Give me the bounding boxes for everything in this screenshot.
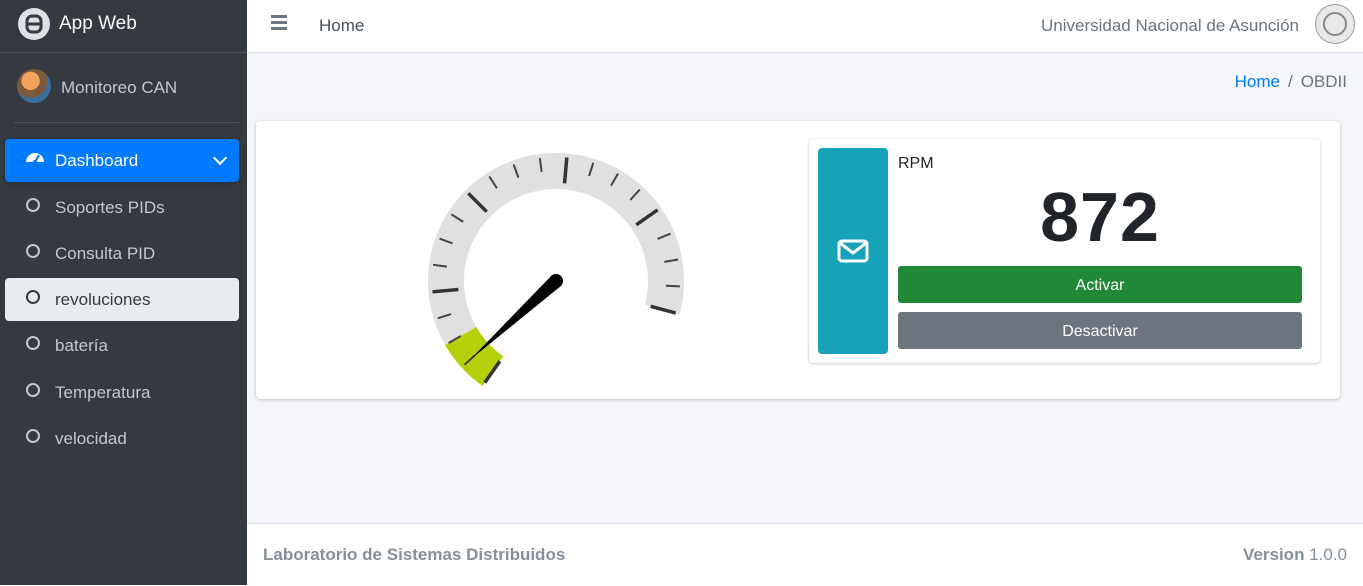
rpm-card: RPM 872 Activar Desactivar — [256, 121, 1340, 399]
sidebar-item-label: Consulta PID — [55, 244, 156, 263]
top-navbar: Home Universidad Nacional de Asunción — [247, 0, 1363, 53]
circle-icon — [26, 290, 40, 304]
breadcrumb-home-link[interactable]: Home — [1235, 72, 1280, 91]
brand-link[interactable]: App Web — [0, 0, 247, 53]
avatar — [17, 69, 51, 103]
circle-icon — [26, 244, 40, 258]
user-panel[interactable]: Monitoreo CAN — [0, 53, 247, 122]
version-label: Version — [1243, 545, 1305, 564]
footer-lab-name: Laboratorio de Sistemas Distribuidos — [263, 545, 566, 564]
app-logo-icon — [18, 8, 50, 40]
breadcrumb-separator: / — [1287, 72, 1293, 91]
nav-home-link[interactable]: Home — [319, 16, 364, 36]
sidebar-item-velocidad[interactable]: velocidad — [5, 417, 239, 460]
gauge-major-tick — [562, 157, 569, 184]
footer-version: Version 1.0.0 — [1243, 545, 1347, 565]
circle-icon — [26, 429, 40, 443]
info-box-icon — [818, 148, 888, 354]
sidebar-divider — [14, 122, 239, 123]
sidebar-item-label: Dashboard — [55, 151, 139, 170]
sidebar-item-label: batería — [55, 336, 108, 355]
user-name: Monitoreo CAN — [61, 78, 178, 97]
sidebar-item-label: velocidad — [55, 429, 127, 448]
chevron-down-icon — [212, 150, 228, 166]
gauge-minor-tick — [665, 284, 680, 288]
version-number: 1.0.0 — [1309, 545, 1347, 564]
deactivate-button[interactable]: Desactivar — [898, 312, 1302, 349]
rpm-gauge — [428, 153, 684, 386]
sidebar-item-label: Temperatura — [55, 383, 151, 402]
sidebar-item-dashboard[interactable]: Dashboard — [5, 139, 239, 182]
sidebar-item-revoluciones[interactable]: revoluciones — [5, 278, 239, 321]
sidebar-item-consulta-pid[interactable]: Consulta PID — [5, 232, 239, 275]
envelope-icon — [837, 239, 869, 263]
circle-icon — [26, 198, 40, 212]
sidebar-item-temperatura[interactable]: Temperatura — [5, 371, 239, 414]
gauge-major-tick — [432, 287, 459, 294]
circle-icon — [26, 336, 40, 350]
rpm-info-box: RPM 872 Activar Desactivar — [809, 139, 1320, 363]
brand-title: App Web — [59, 13, 137, 34]
activate-button[interactable]: Activar — [898, 266, 1302, 303]
gauge-needle-hub — [549, 274, 563, 288]
sidebar: App Web Monitoreo CAN Dashboard Soportes… — [0, 0, 247, 585]
breadcrumb-current: OBDII — [1300, 72, 1347, 91]
sidebar-item-bateria[interactable]: batería — [5, 324, 239, 367]
circle-icon — [26, 383, 40, 397]
rpm-label: RPM — [898, 155, 934, 172]
rpm-value: 872 — [1040, 178, 1160, 256]
university-seal-icon — [1315, 4, 1355, 44]
footer: Laboratorio de Sistemas Distribuidos Ver… — [247, 523, 1363, 586]
sidebar-item-label: Soportes PIDs — [55, 198, 165, 217]
tachometer-icon — [26, 153, 44, 164]
sidebar-item-soportes-pids[interactable]: Soportes PIDs — [5, 186, 239, 229]
gauge-needle — [469, 275, 561, 361]
menu-icon[interactable] — [271, 15, 287, 33]
sidebar-item-label: revoluciones — [55, 290, 151, 309]
university-name: Universidad Nacional de Asunción — [1041, 16, 1299, 35]
breadcrumb: Home / OBDII — [1235, 72, 1347, 92]
